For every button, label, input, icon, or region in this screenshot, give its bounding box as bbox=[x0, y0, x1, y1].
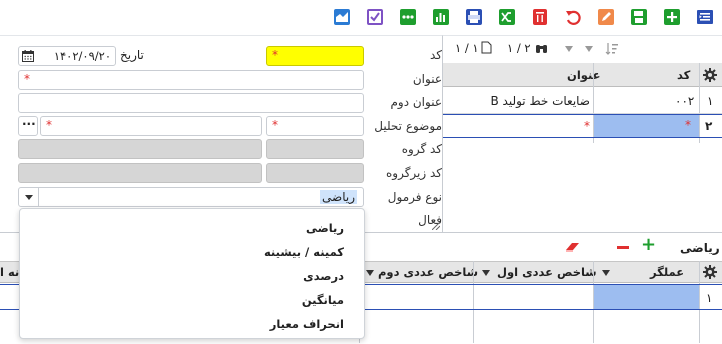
remove-row-icon[interactable] bbox=[617, 246, 629, 249]
add-row-icon[interactable]: + bbox=[641, 234, 656, 255]
required-mark: * bbox=[685, 118, 691, 132]
formula-type-select[interactable]: ریاضی bbox=[18, 187, 364, 207]
formula-type-dropdown: ریاضی کمینه / بیشینه درصدی میانگین انحرا… bbox=[19, 208, 365, 339]
group-code-label: کد گروه bbox=[401, 142, 442, 156]
formula-type-value: ریاضی bbox=[320, 190, 357, 204]
eraser-icon[interactable] bbox=[564, 241, 580, 253]
form-panel: کد * تاریخ ۱۴۰۲/۰۹/۲۰ عنوان * عنوان دوم … bbox=[0, 35, 443, 232]
code-input[interactable]: * bbox=[266, 46, 364, 66]
filter-icon[interactable] bbox=[602, 270, 610, 276]
menu-toggle-button[interactable] bbox=[694, 6, 716, 28]
pager-right: ۱ / ۲ bbox=[507, 41, 531, 55]
delete-button[interactable] bbox=[529, 6, 551, 28]
title2-label: عنوان دوم bbox=[390, 95, 442, 109]
binoculars-icon[interactable] bbox=[535, 42, 548, 54]
ellipsis-icon: ··· bbox=[22, 117, 36, 131]
dropdown-option[interactable]: ریاضی bbox=[306, 221, 344, 235]
date-input[interactable]: ۱۴۰۲/۰۹/۲۰ bbox=[18, 46, 116, 66]
title-input[interactable]: * bbox=[18, 70, 364, 90]
col-code-header[interactable]: کد bbox=[677, 68, 690, 82]
required-mark: * bbox=[24, 72, 30, 86]
col-index2-header[interactable]: شاخص عددی دوم bbox=[378, 265, 478, 279]
date-label: تاریخ bbox=[120, 48, 144, 62]
chevron-down-icon bbox=[25, 195, 33, 200]
toolbar bbox=[0, 0, 722, 35]
code-label: کد bbox=[429, 48, 442, 62]
dropdown-option[interactable]: کمینه / بیشینه bbox=[264, 245, 344, 259]
table-row[interactable]: ۱ ۰۰۲ ضایعات خط تولید B bbox=[443, 88, 722, 114]
group-title-input bbox=[18, 139, 262, 159]
shuffle-button[interactable] bbox=[496, 6, 518, 28]
filter-icon[interactable] bbox=[585, 46, 593, 52]
filter-icon[interactable] bbox=[366, 270, 374, 276]
operator-cell-editing[interactable] bbox=[594, 285, 699, 309]
title-label: عنوان bbox=[412, 72, 442, 86]
chart-button[interactable] bbox=[430, 6, 452, 28]
table-row[interactable]: ۲ * * bbox=[443, 114, 722, 138]
subject-code-input[interactable]: * bbox=[266, 116, 364, 136]
print-icon bbox=[466, 9, 482, 25]
col-title-header[interactable]: عنوان bbox=[567, 68, 601, 82]
calendar-icon[interactable] bbox=[22, 50, 34, 62]
subgroup-title-input bbox=[18, 163, 262, 183]
dropdown-option[interactable]: درصدی bbox=[303, 269, 344, 283]
subgroup-code-label: کد زیرگروه bbox=[386, 166, 442, 180]
filter-icon[interactable] bbox=[482, 270, 490, 276]
dropdown-option[interactable]: میانگین bbox=[302, 293, 344, 307]
more-button[interactable] bbox=[397, 6, 419, 28]
col-partial-header[interactable]: نه ا bbox=[0, 265, 19, 279]
row-code: ۰۰۲ bbox=[675, 94, 695, 108]
list-indent-icon bbox=[697, 10, 713, 24]
resize-grip-icon[interactable] bbox=[432, 222, 440, 230]
pager-left: ۱ / ۱ bbox=[455, 41, 479, 55]
subject-label: موضوع تحلیل bbox=[374, 119, 442, 133]
section-title: ریاضی bbox=[680, 241, 720, 255]
sort-icon[interactable] bbox=[605, 42, 619, 56]
undo-icon bbox=[566, 10, 581, 25]
area-chart-button[interactable] bbox=[331, 6, 353, 28]
required-mark: * bbox=[46, 118, 52, 132]
dropdown-option[interactable]: انحراف معیار bbox=[270, 317, 344, 331]
bar-chart-icon bbox=[433, 9, 449, 25]
edit-button[interactable] bbox=[595, 6, 617, 28]
app-window: کد * تاریخ ۱۴۰۲/۰۹/۲۰ عنوان * عنوان دوم … bbox=[0, 0, 722, 344]
row-title: ضایعات خط تولید B bbox=[490, 94, 590, 108]
trash-icon bbox=[533, 9, 547, 25]
row-number: ۱ bbox=[706, 291, 713, 305]
title2-input[interactable] bbox=[18, 93, 364, 113]
subject-lookup-button[interactable]: ··· bbox=[18, 116, 38, 136]
row-number: ۲ bbox=[705, 119, 713, 133]
subgroup-code-input bbox=[266, 163, 364, 183]
undo-button[interactable] bbox=[562, 6, 584, 28]
active-label: فعال bbox=[418, 213, 442, 227]
page-icon[interactable] bbox=[481, 41, 492, 54]
edit-icon bbox=[598, 9, 614, 25]
shuffle-icon bbox=[499, 9, 515, 25]
checkbox-icon bbox=[367, 9, 383, 25]
plus-icon bbox=[664, 9, 680, 25]
row-number: ۱ bbox=[707, 94, 714, 108]
more-icon bbox=[400, 9, 416, 25]
formula-type-label: نوع فرمول bbox=[387, 190, 442, 204]
print-button[interactable] bbox=[463, 6, 485, 28]
col-operator-header[interactable]: عملگر bbox=[650, 265, 684, 279]
date-value: ۱۴۰۲/۰۹/۲۰ bbox=[53, 49, 111, 63]
group-code-input bbox=[266, 139, 364, 159]
save-button[interactable] bbox=[628, 6, 650, 28]
add-button[interactable] bbox=[661, 6, 683, 28]
gear-icon[interactable] bbox=[703, 68, 717, 82]
required-mark: * bbox=[584, 119, 590, 133]
save-icon bbox=[631, 9, 647, 25]
required-mark: * bbox=[272, 118, 278, 132]
code-cell-editing[interactable]: * bbox=[594, 115, 699, 137]
gear-icon[interactable] bbox=[703, 265, 717, 279]
col-index1-header[interactable]: شاخص عددی اول bbox=[497, 265, 597, 279]
filter-clear-icon[interactable] bbox=[565, 46, 573, 52]
subject-title-input[interactable]: * bbox=[40, 116, 262, 136]
area-chart-icon bbox=[334, 9, 350, 25]
select-arrow-button[interactable] bbox=[19, 188, 39, 206]
records-grid: ۱ / ۲ ۱ / ۱ کد عنوان ۱ ۰۰۲ ضایعات خط تول… bbox=[443, 35, 722, 232]
check-button[interactable] bbox=[364, 6, 386, 28]
required-mark: * bbox=[272, 48, 278, 62]
